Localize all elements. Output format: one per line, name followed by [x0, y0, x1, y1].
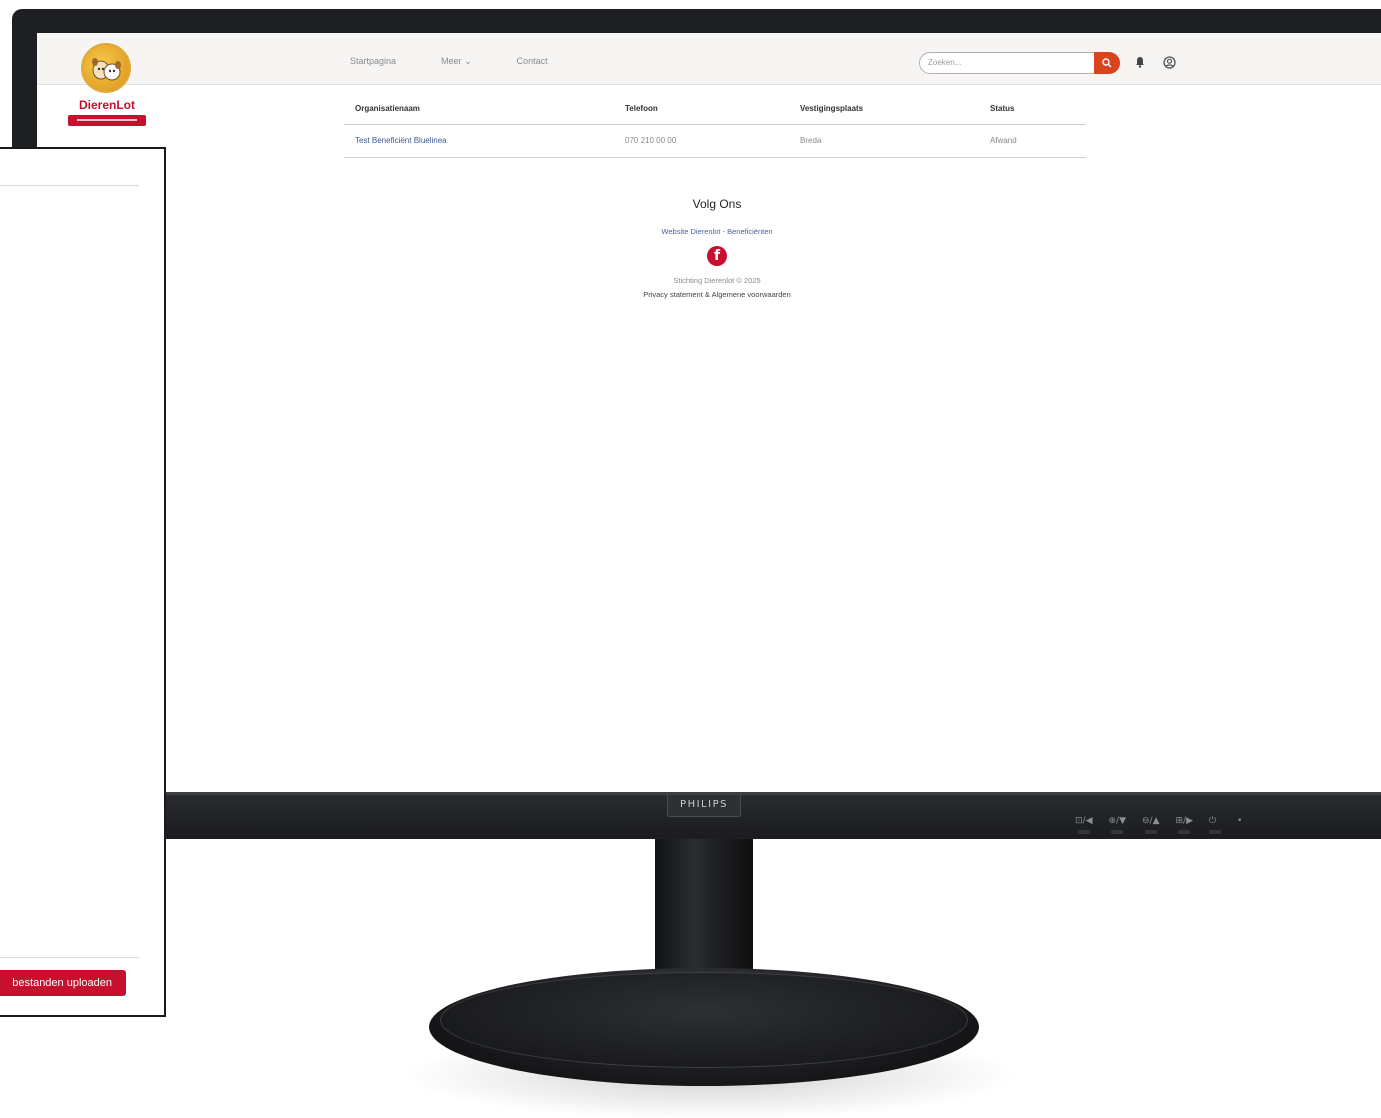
monitor-frame: DierenLot Startpagina Meer ⌄ Contact Zoe…	[12, 9, 1381, 839]
nav-item-contact[interactable]: Contact	[517, 56, 548, 67]
footer-privacy-link[interactable]: Privacy statement & Algemene voorwaarden	[517, 290, 917, 299]
organisation-name-link[interactable]: Test Beneficiënt Bluelinea	[344, 125, 614, 157]
panel-divider	[0, 957, 139, 958]
bell-icon[interactable]	[1135, 56, 1145, 68]
nav-item-meer-label: Meer	[441, 56, 462, 66]
nav-item-meer[interactable]: Meer ⌄	[441, 56, 472, 67]
monitor-brand-badge: PHILIPS	[667, 795, 741, 817]
site-header	[37, 33, 1381, 85]
column-header[interactable]: Vestigingsplaats	[789, 95, 979, 124]
search-icon	[1102, 58, 1112, 68]
nav-item-startpagina[interactable]: Startpagina	[350, 56, 396, 67]
table-row: Test Beneficiënt Bluelinea 070 210 00 00…	[344, 125, 1086, 158]
osd-button-input[interactable]: ⊡/◀	[1075, 816, 1093, 834]
table-cell: Afwand	[990, 136, 1017, 145]
upload-files-button[interactable]: bestanden uploaden	[0, 970, 126, 996]
power-icon[interactable]: ⏻	[1209, 816, 1221, 834]
panel-divider	[0, 185, 139, 186]
table-header: Organisatienaam Telefoon Vestigingsplaat…	[344, 95, 1086, 125]
footer-website-link[interactable]: Website Dierenlot - Beneficiënten	[517, 227, 917, 236]
logo-wordmark: DierenLot	[78, 98, 135, 112]
footer-title: Volg Ons	[692, 197, 742, 211]
monitor-screen: DierenLot Startpagina Meer ⌄ Contact Zoe…	[37, 33, 1381, 801]
logo-tagline-bar	[68, 115, 146, 126]
osd-button-menu[interactable]: ⊞/▶	[1176, 816, 1193, 834]
table-cell: 070 210 00 00	[625, 136, 677, 145]
osd-button-up[interactable]: ⊖/▲	[1142, 816, 1160, 834]
search-button[interactable]	[1094, 52, 1120, 74]
search-input[interactable]: Zoeken...	[919, 52, 1119, 74]
table-cell: Breda	[800, 136, 822, 145]
power-led-icon: •	[1237, 816, 1243, 826]
organisations-table: Organisatienaam Telefoon Vestigingsplaat…	[344, 95, 1086, 158]
osd-button-down[interactable]: ⊕/▼	[1109, 816, 1126, 834]
main-nav: Startpagina Meer ⌄ Contact	[350, 56, 548, 67]
stage: DierenLot Startpagina Meer ⌄ Contact Zoe…	[0, 0, 1381, 1118]
column-header[interactable]: Status	[979, 95, 1086, 124]
monitor-stand-base-top	[440, 972, 968, 1068]
monitor-osd-buttons: ⊡/◀ ⊕/▼ ⊖/▲ ⊞/▶ ⏻ •	[1075, 816, 1242, 834]
footer-copyright: Stichting Dierenlot © 2025	[673, 276, 761, 285]
column-header[interactable]: Telefoon	[614, 95, 789, 124]
chevron-down-icon: ⌄	[464, 56, 472, 66]
search-placeholder: Zoeken...	[928, 58, 962, 67]
facebook-icon[interactable]: f	[707, 246, 727, 266]
site-footer: Volg Ons Website Dierenlot - Beneficiënt…	[517, 197, 917, 299]
upload-dialog-panel: bestanden uploaden	[0, 147, 166, 1017]
pets-icon	[92, 58, 121, 81]
dierenlot-logo[interactable]: DierenLot	[67, 41, 147, 131]
user-icon[interactable]	[1163, 56, 1176, 69]
column-header[interactable]: Organisatienaam	[344, 95, 614, 124]
